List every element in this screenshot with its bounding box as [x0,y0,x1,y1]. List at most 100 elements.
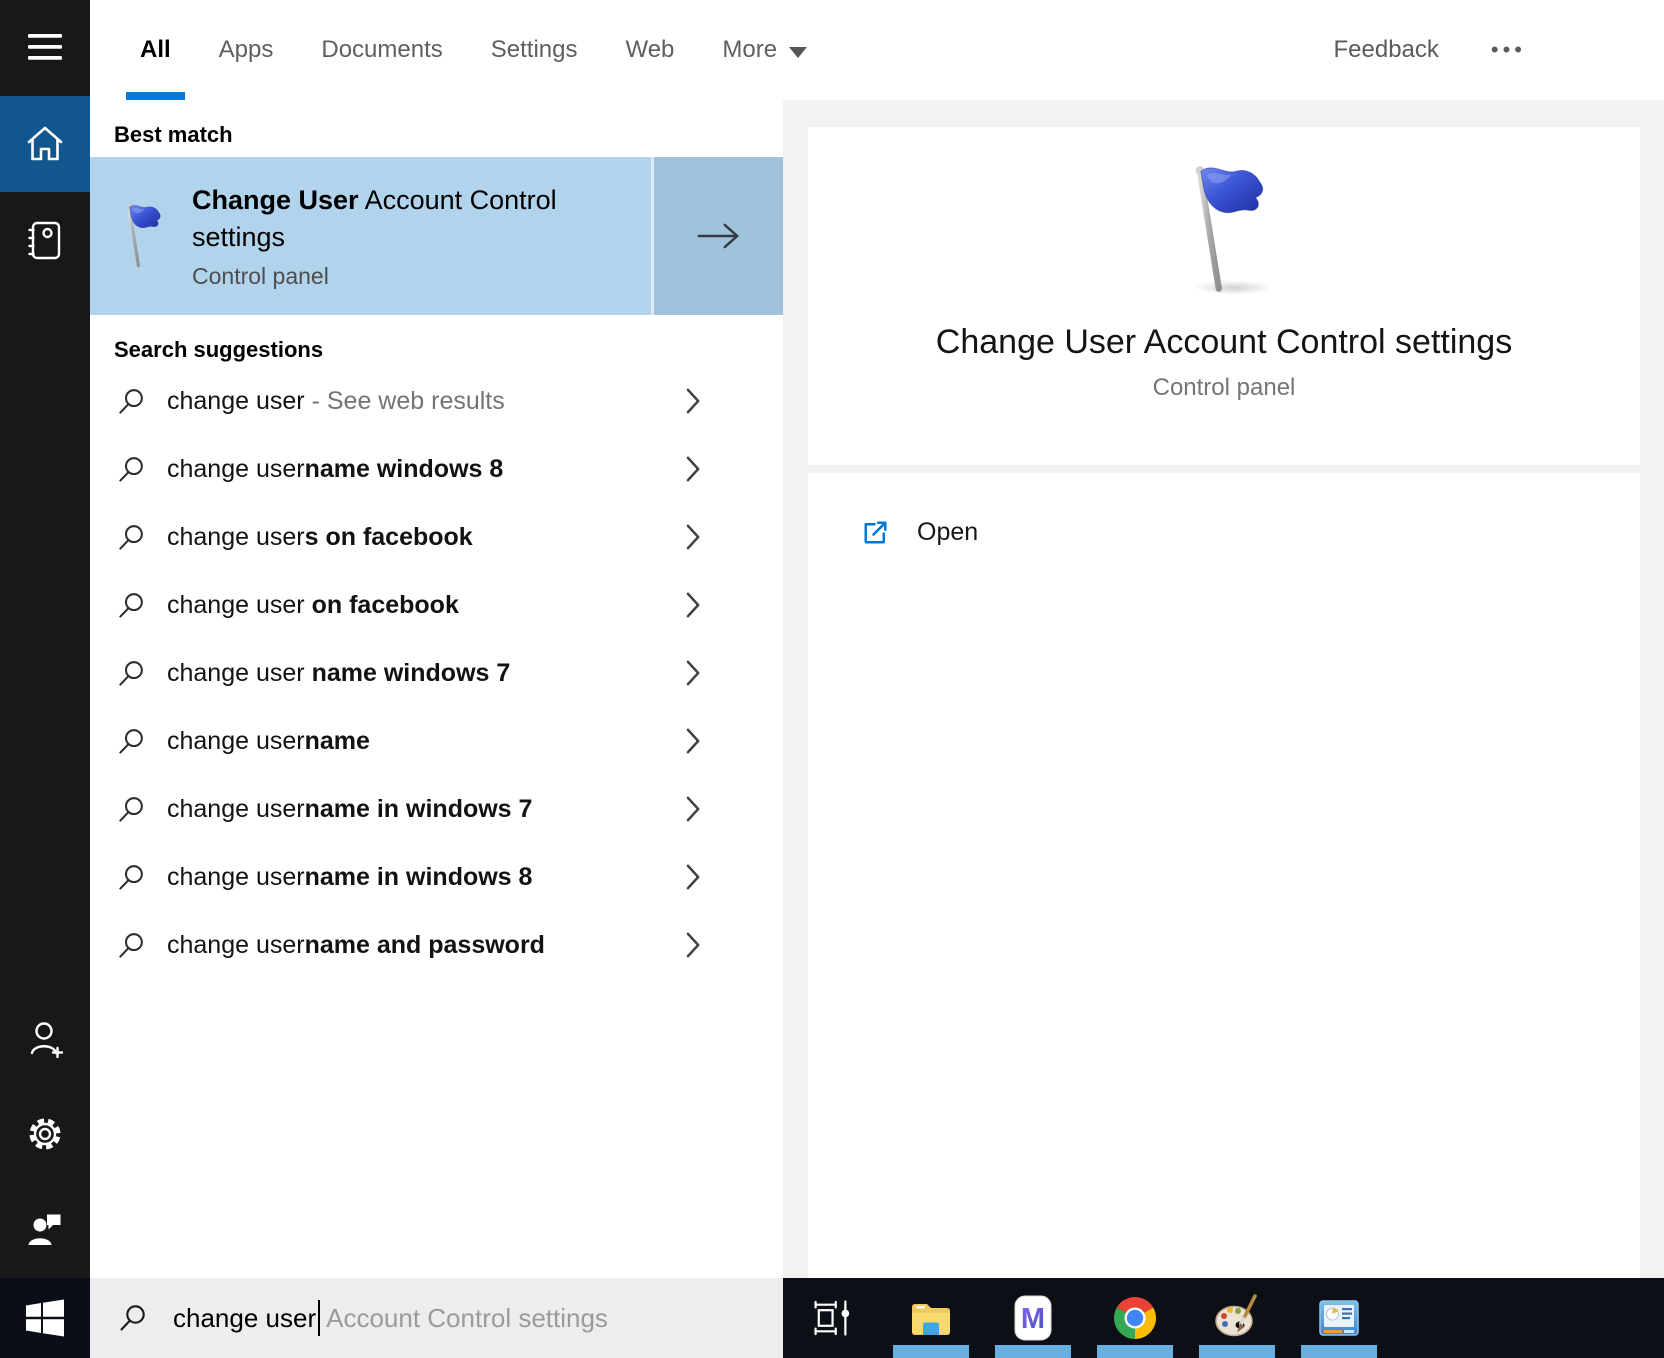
suggestion-query-text: change user [167,455,305,483]
suggestion-completion-text: name [305,727,370,755]
suggestion-completion-text: name and password [305,931,545,959]
task-view-icon [811,1296,855,1340]
suggestion-text: change username [167,727,370,756]
suggestion-text: change users on facebook [167,523,473,552]
start-button[interactable] [0,1278,90,1358]
tab-documents[interactable]: Documents [307,0,456,100]
best-match-main[interactable]: Change User Account Control settings Con… [90,157,651,315]
suggestion-query-text: change user [167,591,305,619]
suggestion-completion-text: name windows 8 [305,455,504,483]
taskbar-app-system-config[interactable] [1291,1278,1387,1358]
suggestion-row[interactable]: change user- See web results [90,367,783,435]
hamburger-menu-icon [23,26,67,70]
suggestion-row[interactable]: change useron facebook [90,571,783,639]
paint-icon [1213,1294,1261,1342]
search-icon [117,727,146,756]
suggestion-row[interactable]: change username windows 7 [90,639,783,707]
suggestion-row[interactable]: change username in windows 8 [90,843,783,911]
windows-search-screen: All Apps Documents Settings Web More Fee… [0,0,1664,1358]
topbar-right-group: Feedback ••• [1333,0,1664,100]
search-inline-completion: Account Control settings [326,1303,608,1334]
open-action[interactable]: Open [808,500,1640,564]
suggestion-query-text: change user [167,659,305,687]
search-icon [117,863,146,892]
best-match-subtitle: Control panel [192,263,592,290]
search-input-text: change userAccount Control settings [173,1300,608,1336]
text-cursor [318,1300,320,1336]
menu-button[interactable] [0,0,90,96]
tab-settings-label: Settings [491,36,578,64]
gear-icon [23,1112,67,1156]
chevron-right-icon[interactable] [684,658,703,688]
search-icon [117,523,146,552]
chevron-right-icon[interactable] [684,794,703,824]
search-icon [117,659,146,688]
suggestion-row[interactable]: change username windows 8 [90,435,783,503]
sidebar [0,0,90,1358]
task-view-button[interactable] [811,1292,855,1344]
suggestion-text: change username in windows 8 [167,863,532,892]
home-icon [23,122,67,166]
chevron-right-icon[interactable] [684,454,703,484]
taskbar-app-file-explorer[interactable] [883,1278,979,1358]
preview-header-card: Change User Account Control settings Con… [808,127,1640,465]
feedback-button[interactable]: Feedback [1333,36,1438,64]
uac-flag-icon [1165,161,1283,297]
suggestion-text: change useron facebook [167,591,459,620]
chevron-right-icon[interactable] [684,930,703,960]
chevron-right-icon[interactable] [684,590,703,620]
best-match-text: Change User Account Control settings Con… [192,182,592,290]
file-explorer-icon [907,1294,955,1342]
best-match-result[interactable]: Change User Account Control settings Con… [90,157,783,315]
taskbar-app-m[interactable] [985,1278,1081,1358]
best-match-header: Best match [90,100,783,152]
preview-panel: Change User Account Control settings Con… [783,100,1664,1278]
chevron-right-icon[interactable] [684,522,703,552]
search-filter-tabs: All Apps Documents Settings Web More Fee… [90,0,1664,100]
suggestion-query-text: change user [167,863,305,891]
chevron-right-icon[interactable] [684,726,703,756]
chrome-icon [1111,1294,1159,1342]
sidebar-item-user-feedback[interactable] [0,1182,90,1278]
taskbar-app-paint[interactable] [1189,1278,1285,1358]
sidebar-item-home[interactable] [0,96,90,192]
suggestion-row[interactable]: change username [90,707,783,775]
running-indicator [893,1345,969,1358]
tab-settings[interactable]: Settings [477,0,592,100]
chevron-down-icon [789,47,807,58]
best-match-expand-button[interactable] [651,157,783,315]
suggestion-query-text: change user [167,387,305,415]
preview-subtitle: Control panel [1153,374,1296,402]
tab-more[interactable]: More [708,0,821,100]
sidebar-item-add-account[interactable] [0,990,90,1086]
suggestion-row[interactable]: change username and password [90,911,783,979]
tab-web[interactable]: Web [611,0,688,100]
sidebar-item-journal[interactable] [0,192,90,288]
sidebar-item-settings[interactable] [0,1086,90,1182]
suggestion-text: change username in windows 7 [167,795,532,824]
tab-apps[interactable]: Apps [205,0,288,100]
chevron-right-icon[interactable] [684,386,703,416]
open-action-label: Open [917,518,978,547]
suggestion-completion-text: s on facebook [305,523,473,551]
suggestion-completion-text: name windows 7 [312,659,511,687]
tab-all[interactable]: All [126,0,185,100]
taskbar-app-chrome[interactable] [1087,1278,1183,1358]
suggestion-text: change username and password [167,931,545,960]
tab-apps-label: Apps [219,36,274,64]
suggestion-row[interactable]: change users on facebook [90,503,783,571]
running-indicator [1199,1345,1275,1358]
overflow-menu-button[interactable]: ••• [1491,37,1526,63]
suggestion-query-text: change user [167,523,305,551]
best-match-title-bold: Change User [192,185,359,215]
preview-actions-card: Open [808,473,1640,1278]
tab-documents-label: Documents [321,36,442,64]
suggestion-row[interactable]: change username in windows 7 [90,775,783,843]
search-input[interactable]: change userAccount Control settings [90,1278,783,1358]
add-user-icon [23,1016,67,1060]
search-icon [117,455,146,484]
tab-web-label: Web [625,36,674,64]
chevron-right-icon[interactable] [684,862,703,892]
running-indicator [995,1345,1071,1358]
search-results-panel: Best match Change User Account Control s… [90,100,783,1278]
